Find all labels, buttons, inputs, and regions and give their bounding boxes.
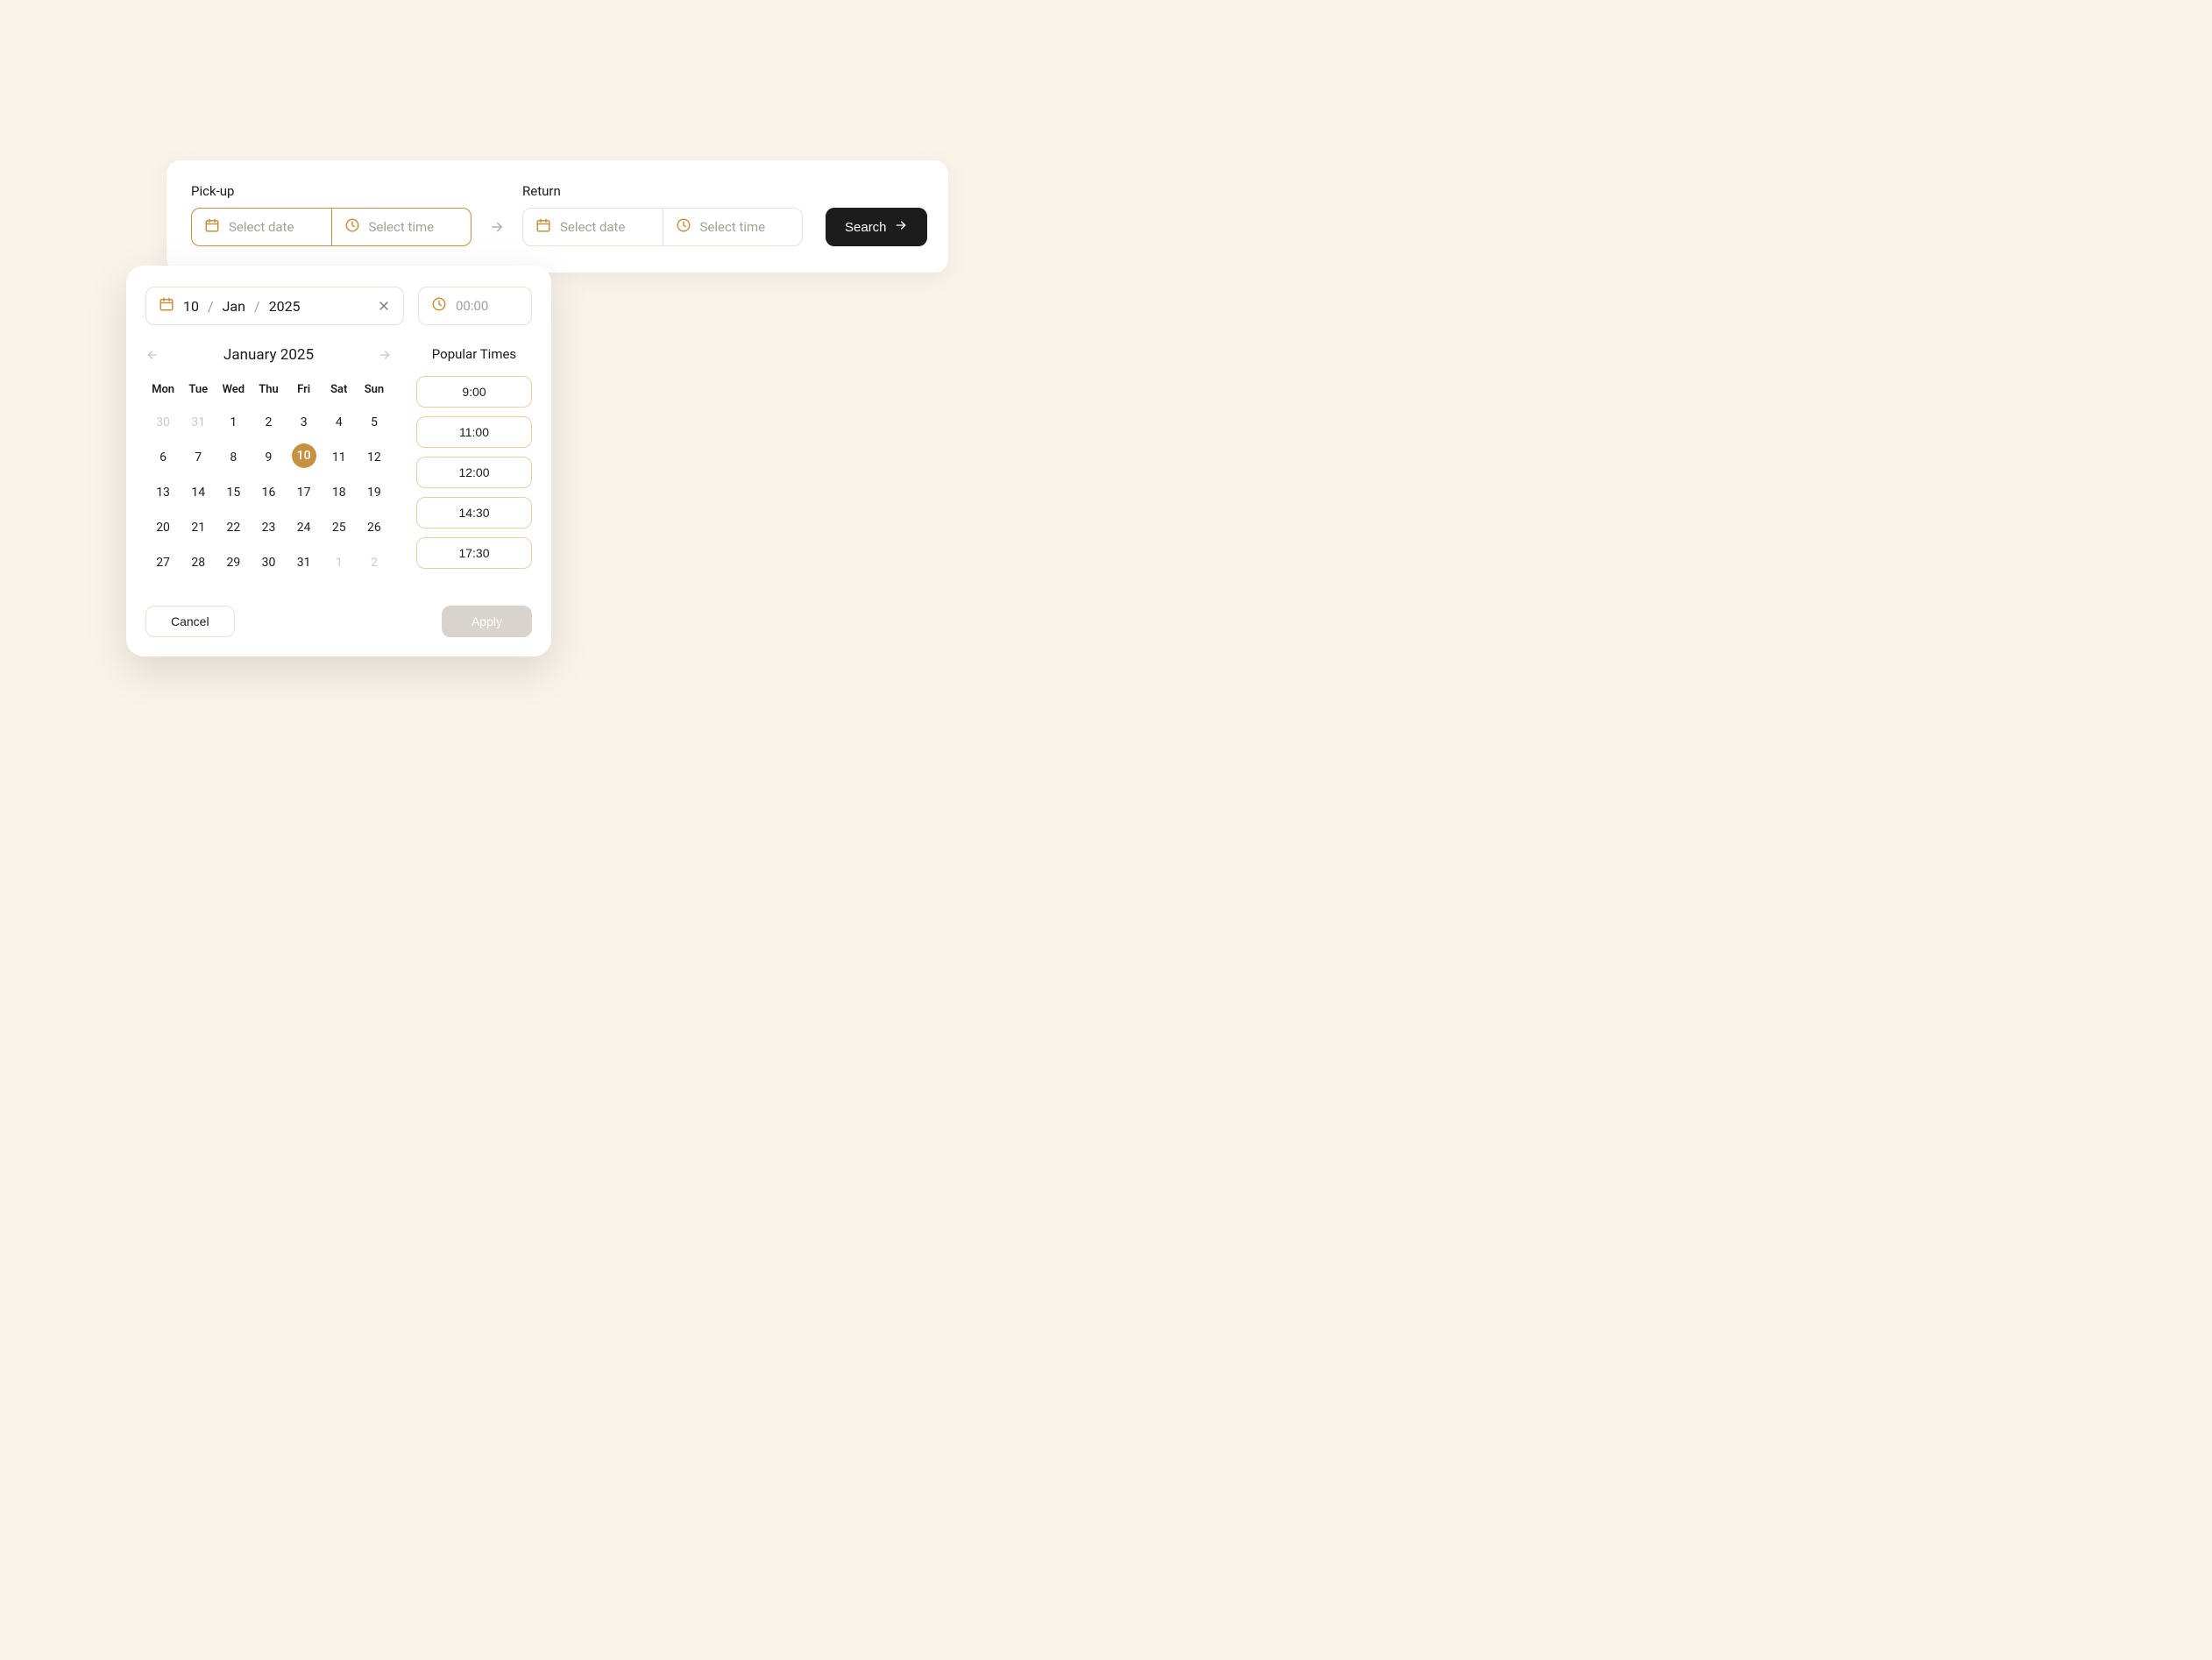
pickup-date-placeholder: Select date	[229, 219, 294, 235]
calendar-day[interactable]: 8	[216, 443, 251, 472]
popover-footer: Cancel Apply	[145, 606, 532, 637]
date-year: 2025	[269, 298, 301, 315]
return-date-placeholder: Select date	[560, 219, 625, 235]
calendar-day[interactable]: 14	[181, 479, 216, 507]
calendar-day[interactable]: 29	[216, 549, 251, 577]
calendar: January 2025 MonTueWedThuFriSatSun 30311…	[145, 346, 392, 578]
popular-times: Popular Times 9:00 11:00 12:00 14:30 17:30	[416, 346, 532, 578]
popular-time-option[interactable]: 9:00	[416, 376, 532, 408]
time-placeholder: 00:00	[456, 298, 488, 314]
date-month: Jan	[223, 298, 245, 315]
month-navigation: January 2025	[145, 346, 392, 364]
calendar-day[interactable]: 20	[145, 514, 181, 542]
apply-button[interactable]: Apply	[442, 606, 532, 637]
month-title: January 2025	[223, 346, 314, 364]
weekday-label: Sun	[357, 380, 392, 400]
calendar-icon	[159, 296, 174, 316]
arrow-separator	[489, 208, 505, 246]
pickup-time-placeholder: Select time	[369, 219, 435, 235]
days-grid: 3031123456789101112131415161718192021222…	[145, 408, 392, 577]
popular-time-option[interactable]: 14:30	[416, 497, 532, 529]
popover-body: January 2025 MonTueWedThuFriSatSun 30311…	[145, 346, 532, 578]
calendar-day[interactable]: 18	[322, 479, 357, 507]
calendar-day[interactable]: 17	[287, 479, 322, 507]
calendar-day[interactable]: 7	[181, 443, 216, 472]
calendar-day[interactable]: 28	[181, 549, 216, 577]
return-segment: Return Select date Select time	[522, 183, 803, 246]
return-label: Return	[522, 183, 803, 199]
pickup-field-group: Select date Select time	[191, 208, 471, 246]
calendar-day[interactable]: 25	[322, 514, 357, 542]
clock-icon	[676, 217, 691, 237]
return-date-field[interactable]: Select date	[523, 209, 663, 245]
calendar-day[interactable]: 5	[357, 408, 392, 436]
calendar-day[interactable]: 21	[181, 514, 216, 542]
calendar-day[interactable]: 12	[357, 443, 392, 472]
cancel-button[interactable]: Cancel	[145, 606, 235, 637]
calendar-day[interactable]: 31	[287, 549, 322, 577]
clock-icon	[344, 217, 360, 237]
calendar-day[interactable]: 16	[251, 479, 286, 507]
datetime-popover: 10 / Jan / 2025 00:00 January 2025	[126, 266, 551, 656]
calendar-day[interactable]: 10	[292, 443, 316, 468]
calendar-day[interactable]: 22	[216, 514, 251, 542]
popover-inputs: 10 / Jan / 2025 00:00	[145, 287, 532, 325]
weekday-label: Tue	[181, 380, 216, 400]
calendar-day[interactable]: 15	[216, 479, 251, 507]
next-month-button[interactable]	[378, 348, 392, 362]
calendar-icon	[204, 217, 220, 237]
calendar-day[interactable]: 2	[357, 549, 392, 577]
weekday-label: Mon	[145, 380, 181, 400]
time-input[interactable]: 00:00	[418, 287, 532, 325]
pickup-label: Pick-up	[191, 183, 471, 199]
clear-date-button[interactable]	[377, 299, 391, 313]
pickup-time-field[interactable]: Select time	[331, 209, 471, 245]
calendar-day[interactable]: 27	[145, 549, 181, 577]
date-input[interactable]: 10 / Jan / 2025	[145, 287, 404, 325]
popular-times-title: Popular Times	[416, 346, 532, 362]
date-day: 10	[183, 298, 199, 315]
calendar-day[interactable]: 23	[251, 514, 286, 542]
calendar-day[interactable]: 1	[216, 408, 251, 436]
date-sep: /	[208, 298, 214, 315]
calendar-day[interactable]: 1	[322, 549, 357, 577]
pickup-segment: Pick-up Select date Select time	[191, 183, 471, 246]
return-field-group: Select date Select time	[522, 208, 803, 246]
weekday-label: Wed	[216, 380, 251, 400]
weekday-label: Thu	[251, 380, 286, 400]
calendar-day[interactable]: 11	[322, 443, 357, 472]
popular-time-option[interactable]: 17:30	[416, 537, 532, 569]
pickup-date-field[interactable]: Select date	[192, 209, 331, 245]
date-sep: /	[254, 298, 260, 315]
search-button-label: Search	[845, 220, 887, 235]
calendar-day[interactable]: 6	[145, 443, 181, 472]
weekday-label: Fri	[287, 380, 322, 400]
calendar-day[interactable]: 2	[251, 408, 286, 436]
search-card: Pick-up Select date Select time Return	[167, 160, 948, 273]
calendar-day[interactable]: 3	[287, 408, 322, 436]
popular-time-option[interactable]: 12:00	[416, 457, 532, 488]
popular-time-option[interactable]: 11:00	[416, 416, 532, 448]
weekday-header: MonTueWedThuFriSatSun	[145, 380, 392, 400]
calendar-day[interactable]: 26	[357, 514, 392, 542]
calendar-day[interactable]: 9	[251, 443, 286, 472]
calendar-day[interactable]: 30	[145, 408, 181, 436]
calendar-day[interactable]: 30	[251, 549, 286, 577]
calendar-day[interactable]: 31	[181, 408, 216, 436]
calendar-day[interactable]: 19	[357, 479, 392, 507]
return-time-placeholder: Select time	[700, 219, 766, 235]
calendar-day[interactable]: 13	[145, 479, 181, 507]
search-button[interactable]: Search	[826, 208, 927, 246]
calendar-day[interactable]: 24	[287, 514, 322, 542]
prev-month-button[interactable]	[145, 348, 160, 362]
calendar-icon	[535, 217, 551, 237]
calendar-day[interactable]: 4	[322, 408, 357, 436]
clock-icon	[431, 296, 447, 316]
weekday-label: Sat	[322, 380, 357, 400]
arrow-right-icon	[894, 218, 908, 236]
return-time-field[interactable]: Select time	[663, 209, 803, 245]
